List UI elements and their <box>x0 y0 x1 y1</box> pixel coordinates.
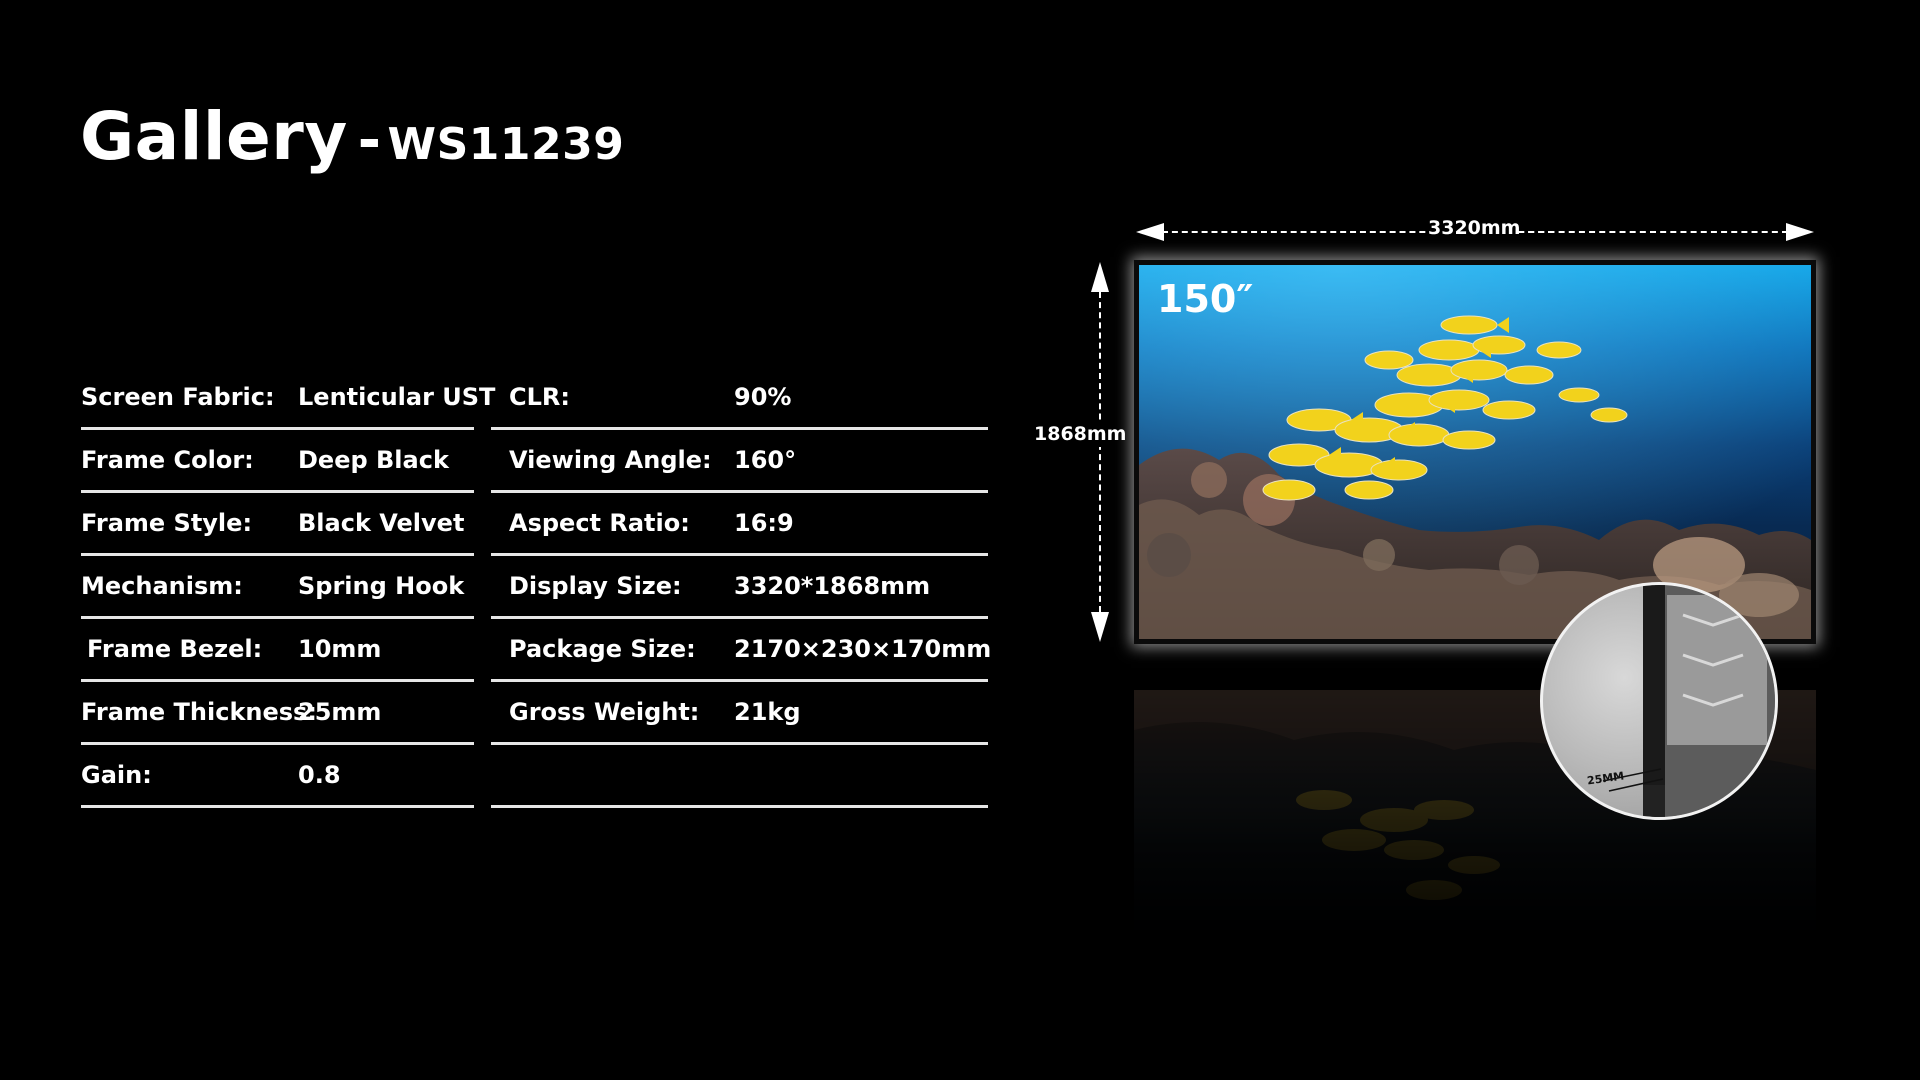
title-separator: - <box>357 108 382 173</box>
arrow-down-icon <box>1091 612 1109 642</box>
spec-row: CLR: 90% <box>491 367 988 430</box>
spec-value: Black Velvet <box>298 509 465 537</box>
spec-value: Spring Hook <box>298 572 465 600</box>
frame-detail-illustration <box>1602 585 1775 817</box>
spec-row: Frame Color: Deep Black <box>81 430 474 493</box>
screen-size-label: 150″ <box>1157 277 1254 321</box>
spec-row: Package Size: 2170×230×170mm <box>491 619 992 682</box>
spec-row: Gross Weight: 21kg <box>491 682 988 745</box>
dashed-line <box>1099 292 1101 612</box>
height-label: 1868mm <box>1034 421 1127 447</box>
frame-thickness-detail: 25MM <box>1540 582 1778 820</box>
title-model: WS11239 <box>387 119 625 170</box>
underwater-fish-image: 150″ <box>1139 265 1811 639</box>
spec-label: Frame Bezel: <box>87 635 263 663</box>
spec-value: 0.8 <box>298 761 341 789</box>
spec-value: 3320*1868mm <box>734 572 931 600</box>
spec-table-right: CLR: 90% Viewing Angle: 160° Aspect Rati… <box>491 367 992 808</box>
height-dimension-arrow <box>1090 262 1110 642</box>
spec-value: Deep Black <box>298 446 449 474</box>
spec-value: Lenticular UST <box>298 383 496 411</box>
spec-row: Screen Fabric: Lenticular UST <box>81 367 495 430</box>
spec-value: 2170×230×170mm <box>734 635 992 663</box>
spec-row: Mechanism: Spring Hook <box>81 556 474 619</box>
spec-value: 90% <box>734 383 792 411</box>
spec-label: Screen Fabric: <box>81 383 275 411</box>
spec-row: Aspect Ratio: 16:9 <box>491 493 988 556</box>
spec-value: 25mm <box>298 698 382 726</box>
spec-value: 16:9 <box>734 509 794 537</box>
spec-label: Gain: <box>81 761 152 789</box>
spec-table-left: Screen Fabric: Lenticular UST Frame Colo… <box>81 367 495 808</box>
spec-row: Gain: 0.8 <box>81 745 474 808</box>
spec-label: Display Size: <box>509 572 682 600</box>
spec-label: Frame Thickness: <box>81 698 317 726</box>
spec-row: Frame Style: Black Velvet <box>81 493 474 556</box>
arrow-up-icon <box>1091 262 1109 292</box>
spec-label: Aspect Ratio: <box>509 509 690 537</box>
spec-value: 10mm <box>298 635 382 663</box>
spec-row: Frame Thickness: 25mm <box>81 682 474 745</box>
spec-label: CLR: <box>509 383 570 411</box>
spec-label: Package Size: <box>509 635 696 663</box>
spec-row: Display Size: 3320*1868mm <box>491 556 988 619</box>
spec-row-empty <box>491 745 988 808</box>
spec-value: 21kg <box>734 698 801 726</box>
page-title: Gallery - WS11239 <box>80 98 624 175</box>
spec-label: Frame Style: <box>81 509 253 537</box>
dashed-line <box>1518 231 1788 233</box>
title-main: Gallery <box>80 98 348 175</box>
spec-label: Gross Weight: <box>509 698 700 726</box>
arrow-right-icon <box>1786 223 1814 241</box>
arrow-left-icon <box>1136 223 1164 241</box>
width-label: 3320mm <box>1428 217 1521 239</box>
spec-label: Frame Color: <box>81 446 254 474</box>
spec-row: Viewing Angle: 160° <box>491 430 988 493</box>
spec-label: Viewing Angle: <box>509 446 712 474</box>
spec-value: 160° <box>734 446 797 474</box>
reef-illustration <box>1139 265 1811 639</box>
spec-label: Mechanism: <box>81 572 243 600</box>
spec-row: Frame Bezel: 10mm <box>81 619 474 682</box>
